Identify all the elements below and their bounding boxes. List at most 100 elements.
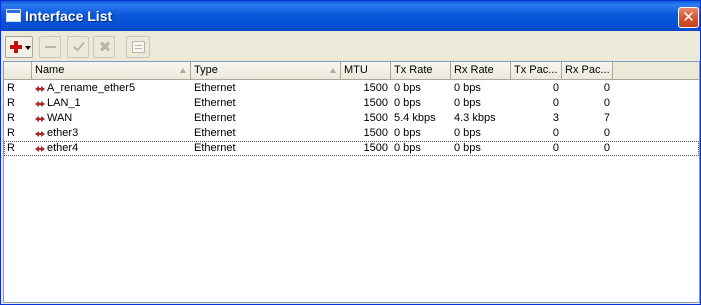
cell-name: WAN xyxy=(32,111,191,126)
cell-rx-packets: 0 xyxy=(562,81,613,96)
cell-tx-packets: 0 xyxy=(511,96,562,111)
title-bar[interactable]: Interface List ✕ xyxy=(1,1,700,31)
interface-list-window: Interface List ✕ ✖ Name Type MTU Tx Rate… xyxy=(0,0,701,305)
cell-tx-rate-text: 0 bps xyxy=(394,97,421,109)
cell-type: Ethernet xyxy=(191,111,341,126)
column-header-tx-packets[interactable]: Tx Pac... xyxy=(511,62,562,79)
cell-name: ether3 xyxy=(32,126,191,141)
cell-rx-packets: 0 xyxy=(562,96,613,111)
cell-name: ether4 xyxy=(32,141,191,156)
remove-button[interactable] xyxy=(39,36,61,58)
cell-tx-packets: 0 xyxy=(511,126,562,141)
cell-mtu: 1500 xyxy=(341,126,391,141)
cell-rx-packets: 7 xyxy=(562,111,613,126)
column-header-name[interactable]: Name xyxy=(32,62,191,79)
cell-flag-text: R xyxy=(7,112,15,124)
cell-tx-packets-text: 0 xyxy=(552,97,559,109)
enable-button[interactable] xyxy=(67,36,89,58)
close-icon: ✕ xyxy=(682,8,695,26)
column-header-type-label: Type xyxy=(194,64,218,76)
sort-arrow-icon xyxy=(330,68,336,73)
cell-tx-packets: 0 xyxy=(511,141,562,156)
cell-type: Ethernet xyxy=(191,96,341,111)
table-row[interactable]: Rether4 Ethernet 1500 0 bps 0 bps 0 0 xyxy=(4,141,699,156)
cell-flag-text: R xyxy=(7,97,15,109)
cell-rx-packets-text: 0 xyxy=(603,82,610,94)
cell-type-text: Ethernet xyxy=(194,127,236,139)
cell-mtu: 1500 xyxy=(341,141,391,156)
cell-mtu-text: 1500 xyxy=(363,112,388,124)
comment-button[interactable] xyxy=(126,36,150,58)
column-header-rx-packets[interactable]: Rx Pac... xyxy=(562,62,613,79)
interface-icon xyxy=(35,129,45,138)
cell-mtu-text: 1500 xyxy=(363,97,388,109)
cell-rx-rate-text: 0 bps xyxy=(454,82,481,94)
cell-name: A_rename_ether5 xyxy=(32,81,191,96)
table-row[interactable]: R A_rename_ether5 Ethernet 1500 0 bps 0 bps 0 0 xyxy=(4,81,699,96)
window-icon xyxy=(6,9,21,22)
cell-name: LAN_1 xyxy=(32,96,191,111)
cell-mtu: 1500 xyxy=(341,96,391,111)
cell-tx-rate: 0 bps xyxy=(391,81,451,96)
cell-type-text: Ethernet xyxy=(194,112,236,124)
table-header: Name Type MTU Tx Rate Rx Rate Tx Pac... … xyxy=(4,62,699,80)
cell-name-text: A_rename_ether5 xyxy=(47,82,136,94)
cell-rx-packets-text: 7 xyxy=(603,112,610,124)
plus-icon xyxy=(10,41,22,53)
add-button[interactable] xyxy=(5,36,33,58)
cell-rx-rate: 0 bps xyxy=(451,96,511,111)
cell-mtu-text: 1500 xyxy=(363,127,388,139)
cell-type-text: Ethernet xyxy=(194,82,236,94)
cell-flag: R xyxy=(4,81,32,96)
cell-rx-rate-text: 4.3 kbps xyxy=(454,112,496,124)
cell-name-text: WAN xyxy=(47,112,73,124)
column-header-name-label: Name xyxy=(35,64,65,76)
cell-tx-rate-text: 0 bps xyxy=(394,127,421,139)
cell-flag-text: R xyxy=(7,142,15,154)
toolbar: ✖ xyxy=(1,32,700,62)
cell-flag: R xyxy=(4,96,32,111)
x-icon: ✖ xyxy=(98,38,112,56)
cell-tx-packets-text: 0 xyxy=(552,142,559,154)
disable-button[interactable]: ✖ xyxy=(93,36,115,58)
cell-rx-rate: 0 bps xyxy=(451,141,511,156)
cell-name-text: LAN_1 xyxy=(47,97,81,109)
cell-tx-packets-text: 0 xyxy=(552,82,559,94)
cell-type-text: Ethernet xyxy=(194,142,236,154)
cell-tx-rate: 5.4 kbps xyxy=(391,111,451,126)
cell-type: Ethernet xyxy=(191,81,341,96)
interface-icon xyxy=(35,84,45,93)
table-row[interactable]: Rether3 Ethernet 1500 0 bps 0 bps 0 0 xyxy=(4,126,699,141)
minus-icon xyxy=(45,46,56,48)
interface-icon xyxy=(35,144,45,153)
chevron-down-icon xyxy=(25,46,31,50)
column-header-mtu[interactable]: MTU xyxy=(341,62,391,79)
column-header-rx-rate[interactable]: Rx Rate xyxy=(451,62,511,79)
cell-rx-rate: 0 bps xyxy=(451,126,511,141)
cell-mtu-text: 1500 xyxy=(363,82,388,94)
cell-rx-packets-text: 0 xyxy=(603,142,610,154)
column-header-tx-rate[interactable]: Tx Rate xyxy=(391,62,451,79)
cell-rx-rate: 0 bps xyxy=(451,81,511,96)
cell-rx-packets: 0 xyxy=(562,141,613,156)
cell-tx-packets-text: 0 xyxy=(552,127,559,139)
cell-tx-rate: 0 bps xyxy=(391,96,451,111)
table-row[interactable]: R WAN Ethernet 1500 5.4 kbps 4.3 kbps 3 7 xyxy=(4,111,699,126)
interface-icon xyxy=(35,114,45,123)
column-header-flags[interactable] xyxy=(4,62,32,79)
cell-rx-rate-text: 0 bps xyxy=(454,97,481,109)
cell-type-text: Ethernet xyxy=(194,97,236,109)
interface-icon xyxy=(35,99,45,108)
cell-tx-rate-text: 0 bps xyxy=(394,142,421,154)
check-icon xyxy=(73,39,85,52)
table-row[interactable]: R LAN_1 Ethernet 1500 0 bps 0 bps 0 0 xyxy=(4,96,699,111)
cell-flag: R xyxy=(4,126,32,141)
cell-name-text: ether3 xyxy=(47,127,79,139)
cell-rx-packets-text: 0 xyxy=(603,97,610,109)
column-header-type[interactable]: Type xyxy=(191,62,341,79)
note-icon xyxy=(132,41,145,53)
cell-tx-rate-text: 0 bps xyxy=(394,82,421,94)
close-button[interactable]: ✕ xyxy=(678,7,699,28)
cell-mtu-text: 1500 xyxy=(363,142,388,154)
cell-tx-packets: 3 xyxy=(511,111,562,126)
